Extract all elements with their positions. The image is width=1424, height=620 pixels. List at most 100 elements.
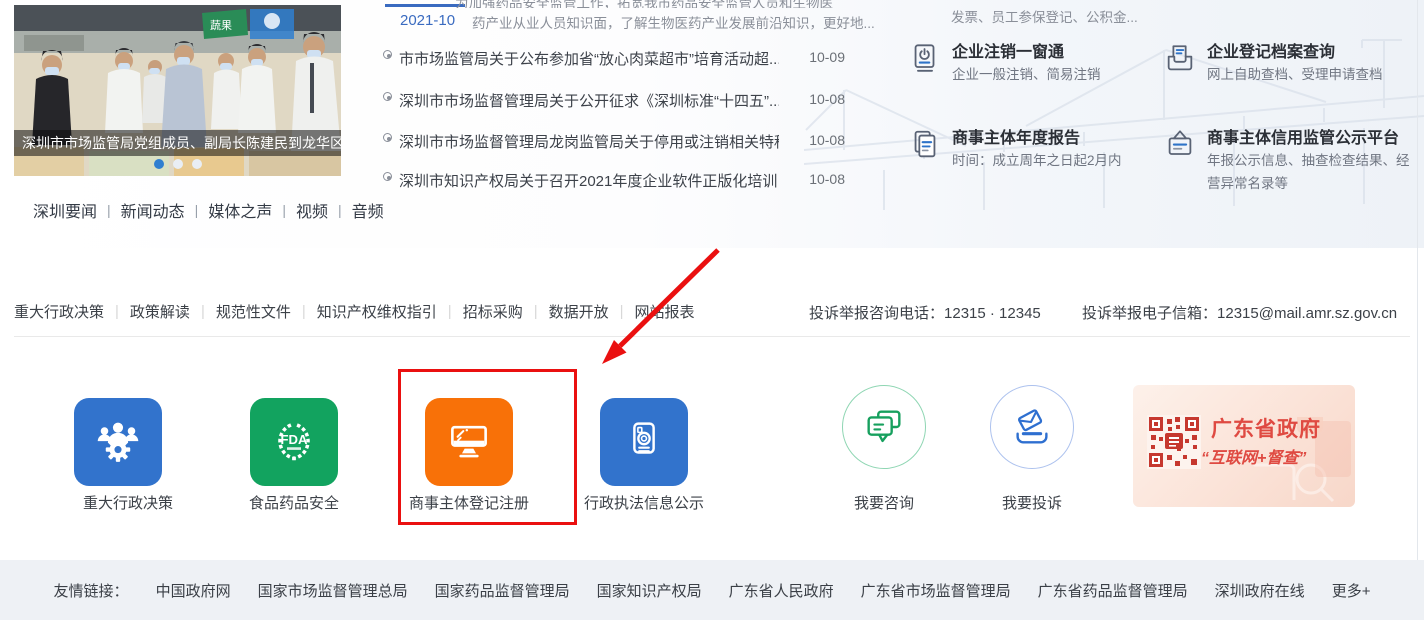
service-desc: 网上自助查档、受理申请查档 <box>1207 63 1415 86</box>
bullet-icon <box>383 50 392 59</box>
complaint-phone: 投诉举报咨询电话：12315 · 12345 <box>809 302 1041 323</box>
news-item-title: 市市场监管局关于公布参加省“放心肉菜超市”培育活动超... <box>399 48 779 69</box>
service-title: 商事主体年度报告 <box>952 124 1080 148</box>
tile-major-decisions[interactable] <box>74 398 162 486</box>
nav-video[interactable]: 视频 <box>296 198 328 222</box>
service-partial-line: 发票、员工参保登记、公积金... <box>951 6 1138 26</box>
link-separator: | <box>302 303 306 320</box>
tile-label-food-drug-safety[interactable]: 食品药品安全 <box>204 492 384 513</box>
nav-shenzhen-news[interactable]: 深圳要闻 <box>33 198 97 222</box>
news-summary-clipped-text: 为加强药品安全监管工作，拓宽我市药品安全监管人员和生物医 <box>455 0 833 8</box>
nav-separator: | <box>338 202 342 218</box>
photo-sign-text: 蔬果 <box>210 19 232 32</box>
recorder-icon <box>616 414 672 470</box>
guangdong-supervision-banner[interactable]: 广东省政府 “互联网+督查” <box>1133 385 1355 507</box>
carousel-dot-2[interactable] <box>173 159 183 169</box>
link-normative-documents[interactable]: 规范性文件 <box>216 301 291 322</box>
news-item[interactable]: 深圳市知识产权局关于召开2021年度企业软件正版化培训（... 10-08 <box>383 170 853 190</box>
link-separator: | <box>448 303 452 320</box>
page-root: 蔬果 <box>0 0 1424 620</box>
bullet-icon <box>383 172 392 181</box>
info-links-row: 重大行政决策| 政策解读| 规范性文件| 知识产权维权指引| 招标采购| 数据开… <box>14 301 695 322</box>
news-category-nav: 深圳要闻| 新闻动态| 媒体之声| 视频| 音频 <box>33 198 384 222</box>
service-title: 企业注销一窗通 <box>952 38 1064 62</box>
news-summary-clipped: 为加强药品安全监管工作，拓宽我市药品安全监管人员和生物医 <box>455 0 845 8</box>
complaint-button[interactable] <box>990 385 1074 469</box>
news-summary-line: 药产业从业人员知识面，了解生物医药产业发展前沿知识，更好地... <box>472 12 852 32</box>
tile-label-business-registration[interactable]: 商事主体登记注册 <box>379 492 559 513</box>
tile-food-drug-safety[interactable]: FDA <box>250 398 338 486</box>
footer-link-gd-gov[interactable]: 广东省人民政府 <box>729 580 834 601</box>
tile-business-registration[interactable] <box>425 398 513 486</box>
people-gear-icon <box>91 415 145 469</box>
banner-subtitle: “互联网+督查” <box>1201 444 1306 468</box>
footer-link-samr[interactable]: 国家市场监督管理总局 <box>258 580 408 601</box>
news-item-date: 10-08 <box>809 132 845 148</box>
archive-search-icon <box>1163 42 1197 76</box>
top-section: 蔬果 <box>0 0 1424 248</box>
section-divider <box>14 336 1410 337</box>
nav-audio[interactable]: 音频 <box>352 198 384 222</box>
news-item[interactable]: 市市场监管局关于公布参加省“放心肉菜超市”培育活动超... 10-09 <box>383 48 853 68</box>
nav-separator: | <box>195 202 199 218</box>
service-title: 企业登记档案查询 <box>1207 38 1335 62</box>
footer: 友情链接： 中国政府网 国家市场监督管理总局 国家药品监督管理局 国家知识产权局… <box>0 560 1424 620</box>
carousel-dot-3[interactable] <box>192 159 202 169</box>
complaint-email: 投诉举报电子信箱：12315@mail.amr.sz.gov.cn <box>1082 302 1397 323</box>
nav-separator: | <box>282 202 286 218</box>
news-list: 为加强药品安全监管工作，拓宽我市药品安全监管人员和生物医 2021-10 药产业… <box>383 0 853 248</box>
chat-bubbles-icon <box>861 404 907 450</box>
nav-media-voice[interactable]: 媒体之声 <box>208 198 272 222</box>
link-site-report[interactable]: 网站报表 <box>635 301 695 322</box>
complaint-phone-value: 12315 · 12345 <box>944 305 1041 322</box>
complaint-label[interactable]: 我要投诉 <box>942 492 1122 513</box>
bullet-icon <box>383 92 392 101</box>
link-ip-rights-guide[interactable]: 知识产权维权指引 <box>317 301 437 322</box>
footer-link-gd-samr[interactable]: 广东省市场监督管理局 <box>861 580 1011 601</box>
link-separator: | <box>115 303 119 320</box>
power-doc-icon <box>908 42 942 76</box>
news-item[interactable]: 深圳市市场监督管理局龙岗监管局关于停用或注销相关特种... 10-08 <box>383 131 853 151</box>
tile-label-law-enforcement[interactable]: 行政执法信息公示 <box>554 492 734 513</box>
footer-link-nmpa[interactable]: 国家药品监督管理局 <box>435 580 570 601</box>
footer-link-more[interactable]: 更多+ <box>1332 580 1371 601</box>
tile-law-enforcement-disclosure[interactable] <box>600 398 688 486</box>
bullet-icon <box>383 133 392 142</box>
news-item-date: 10-08 <box>809 91 845 107</box>
tile-label-major-decisions[interactable]: 重大行政决策 <box>38 492 218 513</box>
complaint-email-value[interactable]: 12315@mail.amr.sz.gov.cn <box>1217 305 1397 322</box>
footer-link-gd-mpa[interactable]: 广东省药品监督管理局 <box>1038 580 1188 601</box>
carousel-dot-1[interactable] <box>154 159 164 169</box>
link-separator: | <box>201 303 205 320</box>
monitor-icon <box>441 414 497 470</box>
service-title: 商事主体信用监管公示平台 <box>1207 124 1399 148</box>
news-item-title: 深圳市市场监督管理局关于公开征求《深圳标准“十四五”... <box>399 90 779 111</box>
footer-link-sz-gov-online[interactable]: 深圳政府在线 <box>1215 580 1305 601</box>
news-carousel[interactable]: 蔬果 <box>14 5 341 176</box>
footer-link-gov-cn[interactable]: 中国政府网 <box>156 580 231 601</box>
friend-links-row: 友情链接： 中国政府网 国家市场监督管理总局 国家药品监督管理局 国家知识产权局… <box>0 560 1424 620</box>
service-desc: 时间：成立周年之日起2月内 <box>952 149 1160 172</box>
consult-button[interactable] <box>842 385 926 469</box>
fda-text: FDA <box>281 432 308 447</box>
news-item-title: 深圳市市场监督管理局龙岗监管局关于停用或注销相关特种... <box>399 131 779 152</box>
link-open-data[interactable]: 数据开放 <box>549 301 609 322</box>
nav-news-updates[interactable]: 新闻动态 <box>121 198 185 222</box>
news-item-title: 深圳市知识产权局关于召开2021年度企业软件正版化培训（... <box>399 170 779 191</box>
news-item[interactable]: 深圳市市场监督管理局关于公开征求《深圳标准“十四五”... 10-08 <box>383 90 853 110</box>
link-major-decisions[interactable]: 重大行政决策 <box>14 301 104 322</box>
link-bidding[interactable]: 招标采购 <box>463 301 523 322</box>
service-desc: 企业一般注销、简易注销 <box>952 63 1160 86</box>
ballot-envelope-icon <box>1009 404 1055 450</box>
news-item-date: 10-08 <box>809 171 845 187</box>
news-item-date: 10-09 <box>809 49 845 65</box>
link-policy-interpretation[interactable]: 政策解读 <box>130 301 190 322</box>
annual-report-icon <box>908 128 942 162</box>
footer-link-cnipa[interactable]: 国家知识产权局 <box>597 580 702 601</box>
news-month-badge: 2021-10 <box>400 12 455 29</box>
fda-wreath-icon: FDA <box>266 414 322 470</box>
complaint-phone-label: 投诉举报咨询电话： <box>809 305 944 322</box>
carousel-caption: 深圳市市场监管局党组成员、副局长陈建民到龙华区... <box>14 130 341 156</box>
qr-code <box>1147 415 1201 469</box>
complaint-email-label: 投诉举报电子信箱： <box>1082 305 1217 322</box>
